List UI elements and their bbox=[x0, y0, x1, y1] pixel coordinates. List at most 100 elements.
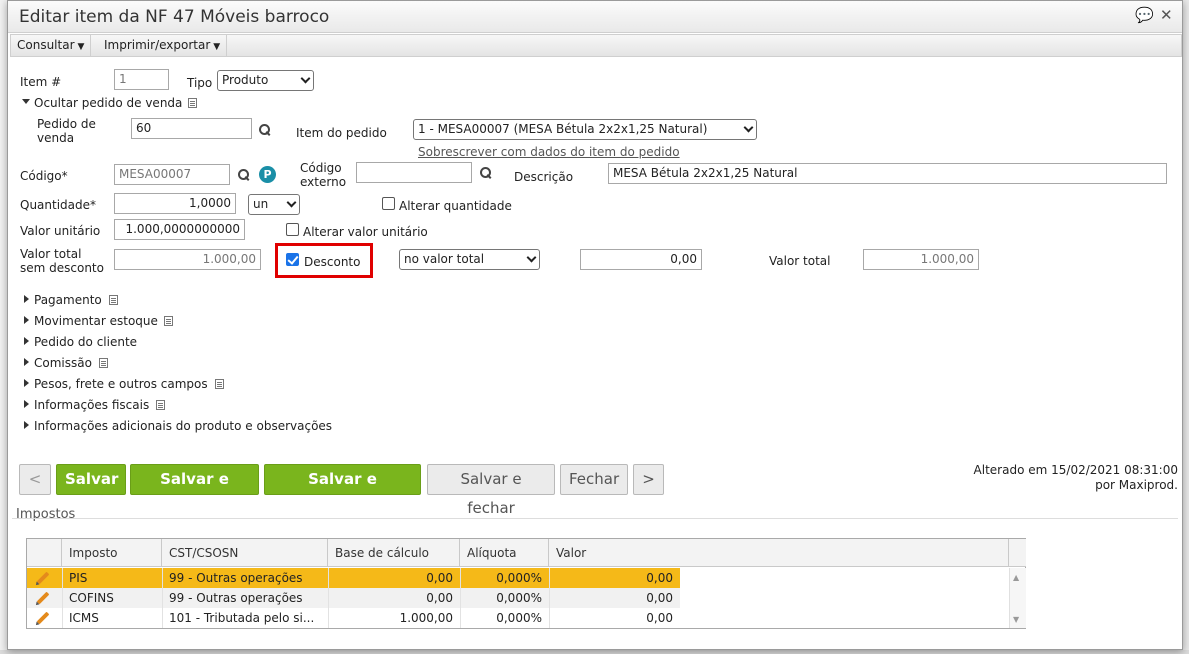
table-header-aliquota[interactable]: Alíquota bbox=[460, 539, 549, 567]
quantidade-label: Quantidade* bbox=[20, 198, 97, 212]
dialog-title: Editar item da NF 47 Móveis barroco bbox=[19, 7, 330, 27]
altered-by: por Maxiprod. bbox=[1095, 478, 1178, 492]
pedido-venda-field[interactable]: 60 bbox=[131, 118, 252, 139]
search-icon[interactable] bbox=[480, 167, 492, 179]
background-page-left bbox=[0, 0, 7, 654]
codigo-externo-label-line2: externo bbox=[300, 175, 347, 189]
pedido-venda-label-line1: Pedido de bbox=[37, 117, 96, 131]
previous-item-button[interactable]: < bbox=[19, 464, 51, 495]
valor-total-sem-desconto-field: 1.000,00 bbox=[114, 249, 261, 270]
desconto-tipo-select-value: no valor total bbox=[404, 252, 485, 266]
section-pedido-do-cliente[interactable]: Pedido do cliente bbox=[34, 335, 137, 349]
menu-consultar-label: Consultar bbox=[17, 38, 75, 52]
alterar-valor-unitario-checkbox[interactable] bbox=[286, 223, 299, 236]
table-header-imposto[interactable]: Imposto bbox=[62, 539, 162, 567]
table-header-valor[interactable]: Valor bbox=[549, 539, 1009, 567]
tipo-label: Tipo bbox=[187, 76, 213, 90]
search-icon[interactable] bbox=[238, 169, 250, 181]
section-pesos-frete[interactable]: Pesos, frete e outros campos bbox=[34, 377, 208, 391]
document-icon bbox=[109, 295, 118, 305]
item-number-field[interactable]: 1 bbox=[114, 69, 169, 90]
expand-triangle-icon[interactable] bbox=[24, 421, 29, 429]
valor-unitario-label: Valor unitário bbox=[20, 224, 101, 238]
background-page-right bbox=[1183, 0, 1189, 654]
desconto-checkbox[interactable] bbox=[286, 253, 299, 266]
table-header-scroll bbox=[1009, 539, 1026, 567]
save-and-new-button[interactable]: Salvar e novo bbox=[130, 464, 259, 517]
expand-triangle-icon[interactable] bbox=[24, 379, 29, 387]
cell-imposto: COFINS bbox=[69, 591, 114, 605]
expand-triangle-icon[interactable] bbox=[24, 295, 29, 303]
desconto-value-field[interactable]: 0,00 bbox=[580, 249, 702, 270]
chevron-down-icon bbox=[300, 73, 311, 84]
section-movimentar-estoque[interactable]: Movimentar estoque bbox=[34, 314, 158, 328]
column-separator bbox=[460, 568, 461, 628]
section-pagamento[interactable]: Pagamento bbox=[34, 293, 102, 307]
scroll-down-icon[interactable]: ▼ bbox=[1013, 615, 1019, 624]
item-pedido-select[interactable]: 1 - MESA00007 (MESA Bétula 2x2x1,25 Natu… bbox=[413, 119, 757, 140]
menu-imprimir-exportar[interactable]: Imprimir/exportar ▼ bbox=[98, 35, 228, 56]
expand-triangle-icon[interactable] bbox=[24, 400, 29, 408]
valor-total-sem-desconto-label-line1: Valor total bbox=[20, 247, 82, 261]
overwrite-with-order-item-link[interactable]: Sobrescrever com dados do item do pedido bbox=[418, 145, 680, 159]
cell-aliquota: 0,000% bbox=[496, 611, 542, 625]
caret-down-icon: ▼ bbox=[213, 42, 221, 52]
cell-cst: 101 - Tributada pelo si... bbox=[169, 611, 315, 625]
cell-imposto: ICMS bbox=[69, 611, 99, 625]
tipo-select[interactable]: Produto bbox=[217, 70, 314, 91]
codigo-externo-field[interactable] bbox=[356, 162, 472, 183]
section-informacoes-adicionais[interactable]: Informações adicionais do produto e obse… bbox=[34, 419, 332, 433]
tipo-select-value: Produto bbox=[222, 73, 269, 87]
document-icon bbox=[164, 316, 173, 326]
next-item-button[interactable]: > bbox=[633, 464, 664, 495]
column-separator bbox=[549, 568, 550, 628]
desconto-tipo-select[interactable]: no valor total bbox=[399, 249, 540, 270]
item-pedido-select-value: 1 - MESA00007 (MESA Bétula 2x2x1,25 Natu… bbox=[418, 122, 708, 136]
valor-total-label: Valor total bbox=[769, 254, 831, 268]
section-informacoes-fiscais[interactable]: Informações fiscais bbox=[34, 398, 149, 412]
descricao-label: Descrição bbox=[514, 170, 574, 184]
save-and-close-button[interactable]: Salvar e fechar bbox=[427, 464, 555, 517]
table-header-base[interactable]: Base de cálculo bbox=[328, 539, 460, 567]
search-icon[interactable] bbox=[259, 124, 271, 136]
valor-total-field: 1.000,00 bbox=[863, 249, 979, 270]
cell-valor: 0,00 bbox=[646, 611, 673, 625]
expand-triangle-icon[interactable] bbox=[24, 316, 29, 324]
item-number-label: Item # bbox=[20, 75, 62, 89]
speech-bubble-icon[interactable]: 💬 bbox=[1135, 6, 1154, 24]
product-info-icon[interactable]: P bbox=[259, 166, 276, 183]
quantidade-field[interactable]: 1,0000 bbox=[114, 193, 236, 214]
dialog-titlebar: Editar item da NF 47 Móveis barroco 💬 ✕ bbox=[8, 1, 1182, 33]
expand-triangle-icon[interactable] bbox=[24, 358, 29, 366]
menu-consultar[interactable]: Consultar ▼ bbox=[11, 35, 92, 56]
cell-base: 0,00 bbox=[426, 571, 453, 585]
cell-valor: 0,00 bbox=[646, 571, 673, 585]
expand-triangle-icon[interactable] bbox=[24, 337, 29, 345]
altered-timestamp: Alterado em 15/02/2021 08:31:00 bbox=[973, 463, 1178, 477]
save-and-next-button[interactable]: Salvar e próximo bbox=[264, 464, 421, 517]
descricao-field[interactable]: MESA Bétula 2x2x1,25 Natural bbox=[608, 163, 1167, 184]
close-button[interactable]: Fechar bbox=[560, 464, 628, 495]
chevron-down-icon bbox=[526, 252, 537, 263]
alterar-valor-unitario-label: Alterar valor unitário bbox=[303, 225, 428, 239]
close-icon[interactable]: ✕ bbox=[1160, 6, 1173, 24]
cell-aliquota: 0,000% bbox=[496, 571, 542, 585]
cell-imposto: PIS bbox=[69, 571, 88, 585]
document-icon bbox=[188, 98, 197, 108]
codigo-field[interactable]: MESA00007 bbox=[114, 164, 230, 185]
save-button[interactable]: Salvar bbox=[56, 464, 126, 495]
alterar-quantidade-checkbox[interactable] bbox=[382, 197, 395, 210]
column-separator bbox=[162, 568, 163, 628]
hide-sales-order-toggle[interactable]: Ocultar pedido de venda bbox=[34, 96, 182, 110]
chevron-down-icon bbox=[286, 197, 297, 208]
table-header-edit bbox=[27, 539, 62, 567]
valor-unitario-field[interactable]: 1.000,0000000000 bbox=[114, 219, 245, 240]
impostos-divider bbox=[12, 518, 1178, 519]
table-header-cst[interactable]: CST/CSOSN bbox=[162, 539, 328, 567]
alterar-quantidade-label: Alterar quantidade bbox=[399, 199, 512, 213]
scroll-up-icon[interactable]: ▲ bbox=[1013, 573, 1019, 582]
section-comissao[interactable]: Comissão bbox=[34, 356, 92, 370]
unidade-select[interactable]: un bbox=[248, 194, 300, 215]
column-separator bbox=[328, 568, 329, 628]
collapse-triangle-icon[interactable] bbox=[22, 99, 30, 104]
